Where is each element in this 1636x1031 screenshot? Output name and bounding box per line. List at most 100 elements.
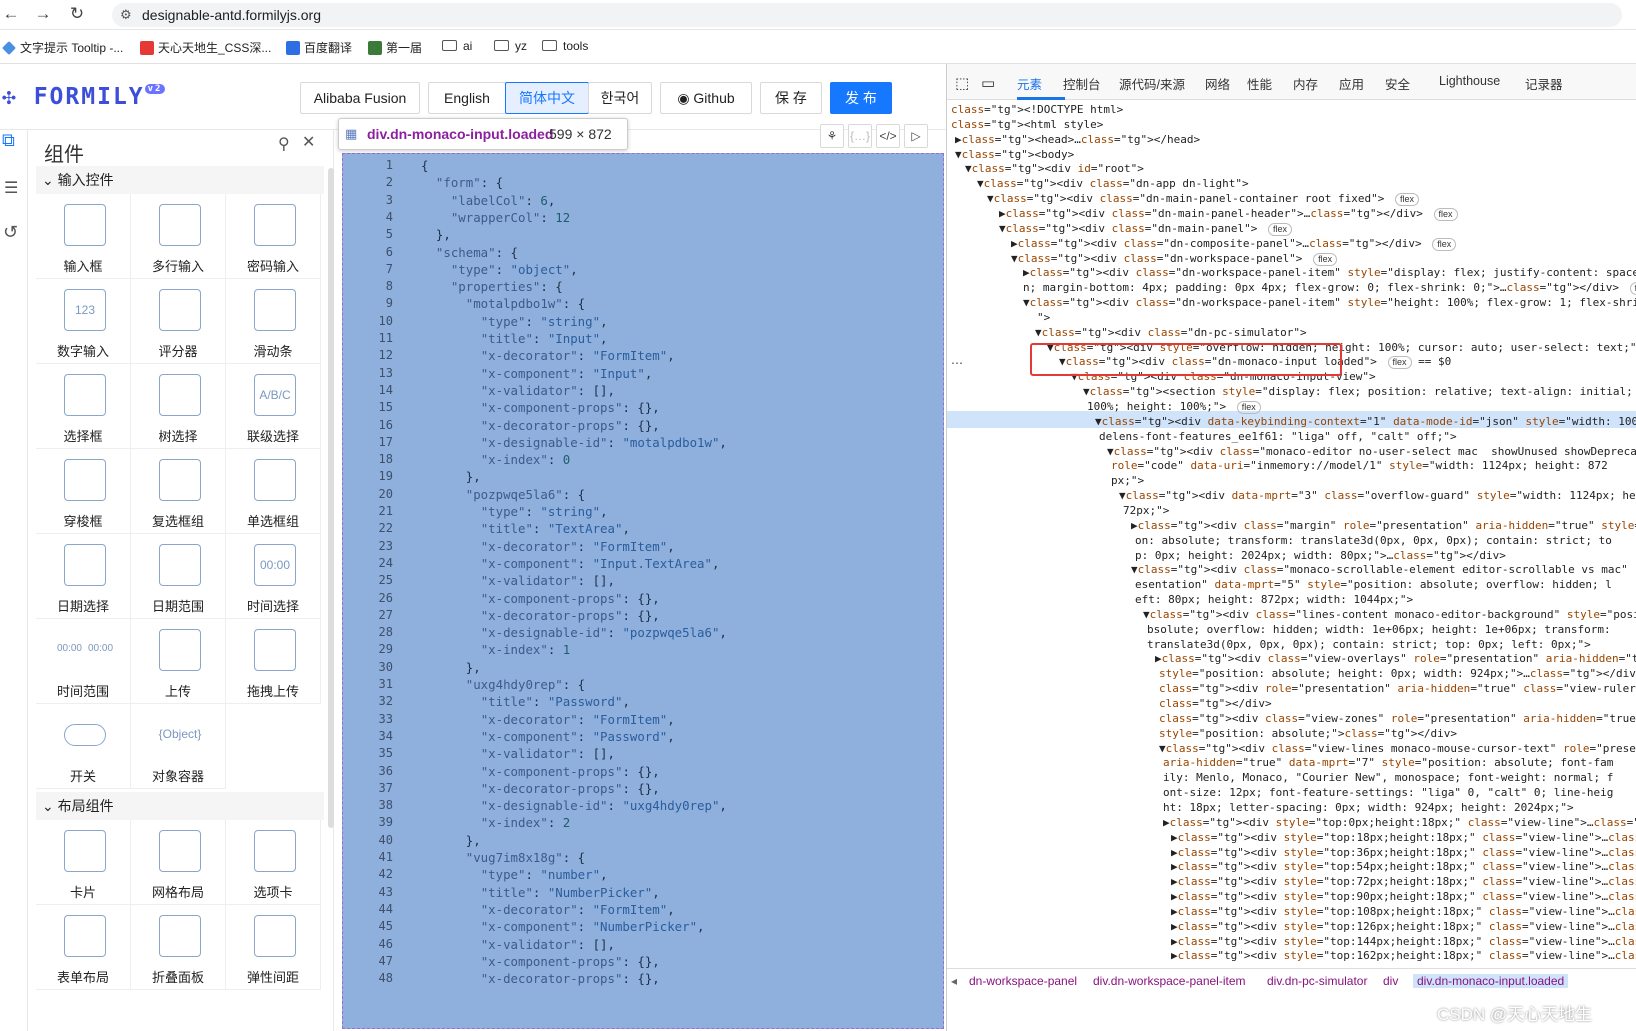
component-item[interactable]: 选项卡 xyxy=(226,820,321,905)
dom-node-line[interactable]: ▼class="tg"><div class="dn-pc-simulator"… xyxy=(1035,325,1307,340)
dom-node-line[interactable]: ▼class="tg"><div class="lines-content mo… xyxy=(1143,607,1636,622)
bookmark-baidu-translate[interactable]: 百度翻译 xyxy=(286,39,352,56)
breadcrumb-back-icon[interactable]: ◂ xyxy=(951,974,957,988)
component-item[interactable]: A/B/C 联级选择 xyxy=(226,364,321,449)
design-view-icon[interactable]: ⚘ xyxy=(820,124,844,148)
dom-node-line[interactable]: ▶class="tg"><div style="top:72px;height:… xyxy=(1171,874,1636,889)
dom-breadcrumb[interactable]: div.dn-pc-simulator xyxy=(1267,974,1367,988)
address-bar[interactable]: ⚙ designable-antd.formilyjs.org xyxy=(112,3,1622,27)
dom-node-line[interactable]: ▼class="tg"><div class="view-lines monac… xyxy=(1159,741,1636,756)
dom-node-line[interactable]: class="tg"><html style> xyxy=(951,117,1103,132)
dom-node-line[interactable]: ▶class="tg"><div class="dn-workspace-pan… xyxy=(1023,265,1636,280)
dom-breadcrumb[interactable]: dn-workspace-panel xyxy=(969,974,1077,988)
back-icon[interactable]: ← xyxy=(0,4,22,24)
dom-node-line[interactable]: ▼class="tg"><div class="dn-app dn-light"… xyxy=(977,176,1249,191)
component-item[interactable]: 滑动条 xyxy=(226,279,321,364)
dom-node-line[interactable]: class="tg"><div role="presentation" aria… xyxy=(1159,681,1636,696)
bookmark-folder-ai[interactable]: ai xyxy=(442,39,472,53)
devtools-tab[interactable]: 内存 xyxy=(1293,74,1318,93)
dom-node-line[interactable]: px;"> xyxy=(1111,473,1144,488)
dom-node-line[interactable]: ▶class="tg"><div style="top:126px;height… xyxy=(1171,919,1636,934)
dom-node-line[interactable]: translate3d(0px, 0px, 0px); contain: str… xyxy=(1147,637,1591,652)
component-item[interactable]: 树选择 xyxy=(131,364,226,449)
component-item[interactable]: 密码输入 xyxy=(226,194,321,279)
lang-korean-button[interactable]: 한국어 xyxy=(588,82,652,114)
dom-node-line[interactable]: ▼class="tg"><div data-keybinding-context… xyxy=(1095,414,1636,429)
dom-node-line[interactable]: p: 0px; height: 2024px; width: 80px;">…c… xyxy=(1135,548,1506,563)
pin-icon[interactable]: ⚲ xyxy=(278,134,290,154)
dom-breadcrumb[interactable]: div xyxy=(1383,974,1398,988)
lang-english-button[interactable]: English xyxy=(428,82,506,114)
preview-play-icon[interactable]: ▷ xyxy=(904,124,928,148)
publish-button[interactable]: 发 布 xyxy=(830,82,892,114)
dom-breadcrumb[interactable]: div.dn-monaco-input.loaded xyxy=(1413,974,1569,988)
component-item[interactable]: 复选框组 xyxy=(131,449,226,534)
dom-node-line[interactable]: ▶class="tg"><div style="top:108px;height… xyxy=(1171,904,1636,919)
site-info-icon[interactable]: ⚙ xyxy=(120,7,132,23)
dom-node-line[interactable]: ▼class="tg"><div class="monaco-scrollabl… xyxy=(1131,562,1636,577)
monaco-json-editor[interactable]: 1 {2 "form": {3 "labelCol": 6, 4 "wrapperC… xyxy=(342,153,944,1029)
component-item[interactable]: 卡片 xyxy=(36,820,131,905)
devtools-tab[interactable]: 记录器 xyxy=(1525,74,1563,93)
dom-node-line[interactable]: "> xyxy=(1037,310,1050,325)
dom-node-line[interactable]: esentation" data-mprt="5" style="positio… xyxy=(1135,577,1612,592)
dom-node-line[interactable]: class="tg"><div class="view-zones" role=… xyxy=(1159,711,1636,726)
devtools-tab[interactable]: 性能 xyxy=(1247,74,1272,93)
dom-node-line[interactable]: ily: Menlo, Monaco, "Courier New", monos… xyxy=(1163,770,1613,785)
component-item[interactable]: 输入框 xyxy=(36,194,131,279)
save-button[interactable]: 保 存 xyxy=(760,82,822,114)
component-item[interactable]: 单选框组 xyxy=(226,449,321,534)
component-item[interactable]: 00:00 时间选择 xyxy=(226,534,321,619)
bookmark-folder-yz[interactable]: yz xyxy=(494,39,527,53)
github-button[interactable]: ◉ Github xyxy=(660,82,752,114)
json-view-icon[interactable]: {…} xyxy=(848,124,872,148)
component-item[interactable]: {Object} 对象容器 xyxy=(131,704,226,789)
section-input-controls[interactable]: ⌄ 输入控件 xyxy=(36,166,324,194)
dom-node-line[interactable]: ▶class="tg"><div class="dn-main-panel-he… xyxy=(999,206,1458,221)
dom-node-line[interactable]: 72px;"> xyxy=(1123,503,1169,518)
dom-node-line[interactable]: class="tg"><!DOCTYPE html> xyxy=(951,102,1123,117)
dom-node-line[interactable]: ▼class="tg"><div class="dn-workspace-pan… xyxy=(1023,295,1636,310)
dom-node-line[interactable]: role="code" data-uri="inmemory://model/1… xyxy=(1111,458,1608,473)
devtools-tab[interactable]: 安全 xyxy=(1385,74,1410,93)
dom-node-line[interactable]: ▶class="tg"><div class="dn-composite-pan… xyxy=(1011,236,1457,251)
bookmark-csdn[interactable]: 天心天地生_CSS深... xyxy=(140,39,271,56)
dom-node-line[interactable]: ▼class="tg"><div class="dn-main-panel"> … xyxy=(999,221,1292,236)
inspect-element-icon[interactable]: ⬚ xyxy=(955,74,969,92)
close-icon[interactable]: ✕ xyxy=(302,132,315,152)
device-toolbar-icon[interactable]: ▭ xyxy=(981,74,995,92)
dom-node-line[interactable]: ont-size: 12px; font-feature-settings: "… xyxy=(1163,785,1613,800)
dom-node-line[interactable]: class="tg"></div> xyxy=(1159,696,1272,711)
dom-node-line[interactable]: style="position: absolute;">class="tg"><… xyxy=(1159,726,1457,741)
lang-chinese-button[interactable]: 简体中文 xyxy=(505,82,589,114)
component-item[interactable]: 穿梭框 xyxy=(36,449,131,534)
dom-node-line[interactable]: ▼class="tg"><div class="dn-workspace-pan… xyxy=(1011,251,1338,266)
component-item[interactable]: 拖拽上传 xyxy=(226,619,321,704)
dom-node-line[interactable]: on: absolute; transform: translate3d(0px… xyxy=(1135,533,1612,548)
dom-node-line[interactable]: ▶class="tg"><div style="top:54px;height:… xyxy=(1171,859,1636,874)
component-item[interactable]: 弹性间距 xyxy=(226,905,321,990)
dom-node-line[interactable]: ▼class="tg"><body> xyxy=(955,147,1074,162)
section-layout[interactable]: ⌄ 布局组件 xyxy=(36,792,324,820)
dom-node-line[interactable]: ▼class="tg"><div data-mprt="3" class="ov… xyxy=(1119,488,1636,503)
devtools-tab[interactable]: 元素 xyxy=(1017,74,1042,93)
dom-node-line[interactable]: ▼class="tg"><section style="display: fle… xyxy=(1083,384,1636,399)
dom-node-line[interactable]: ht: 18px; letter-spacing: 0px; width: 92… xyxy=(1163,800,1574,815)
history-icon[interactable]: ↺ xyxy=(3,222,18,243)
devtools-tab[interactable]: Lighthouse xyxy=(1439,74,1500,88)
dom-node-line[interactable]: ▶class="tg"><div style="top:36px;height:… xyxy=(1171,845,1636,860)
dom-node-line[interactable]: delens-font-features_ee1f61: "liga" off,… xyxy=(1099,429,1457,444)
dom-node-line[interactable]: ▶class="tg"><head>…class="tg"></head> xyxy=(955,132,1200,147)
component-item[interactable]: 日期选择 xyxy=(36,534,131,619)
dom-node-line[interactable]: ▶class="tg"><div style="top:0px;height:1… xyxy=(1163,815,1636,830)
alibaba-fusion-button[interactable]: Alibaba Fusion xyxy=(300,82,420,114)
devtools-tab[interactable]: 网络 xyxy=(1205,74,1230,93)
dom-node-line[interactable]: ▶class="tg"><div class="view-overlays" r… xyxy=(1155,651,1636,666)
dom-node-line[interactable]: ▶class="tg"><div class="margin" role="pr… xyxy=(1131,518,1636,533)
dom-node-line[interactable]: ▶class="tg"><div style="top:162px;height… xyxy=(1171,948,1636,963)
component-item[interactable]: 选择框 xyxy=(36,364,131,449)
bookmark-tooltip[interactable]: 文字提示 Tooltip -... xyxy=(2,39,123,56)
dom-node-line[interactable]: ▼class="tg"><div class="monaco-editor no… xyxy=(1107,444,1636,459)
dom-node-line[interactable]: n; margin-bottom: 4px; padding: 0px 4px;… xyxy=(1023,280,1636,296)
component-item[interactable]: 表单布局 xyxy=(36,905,131,990)
